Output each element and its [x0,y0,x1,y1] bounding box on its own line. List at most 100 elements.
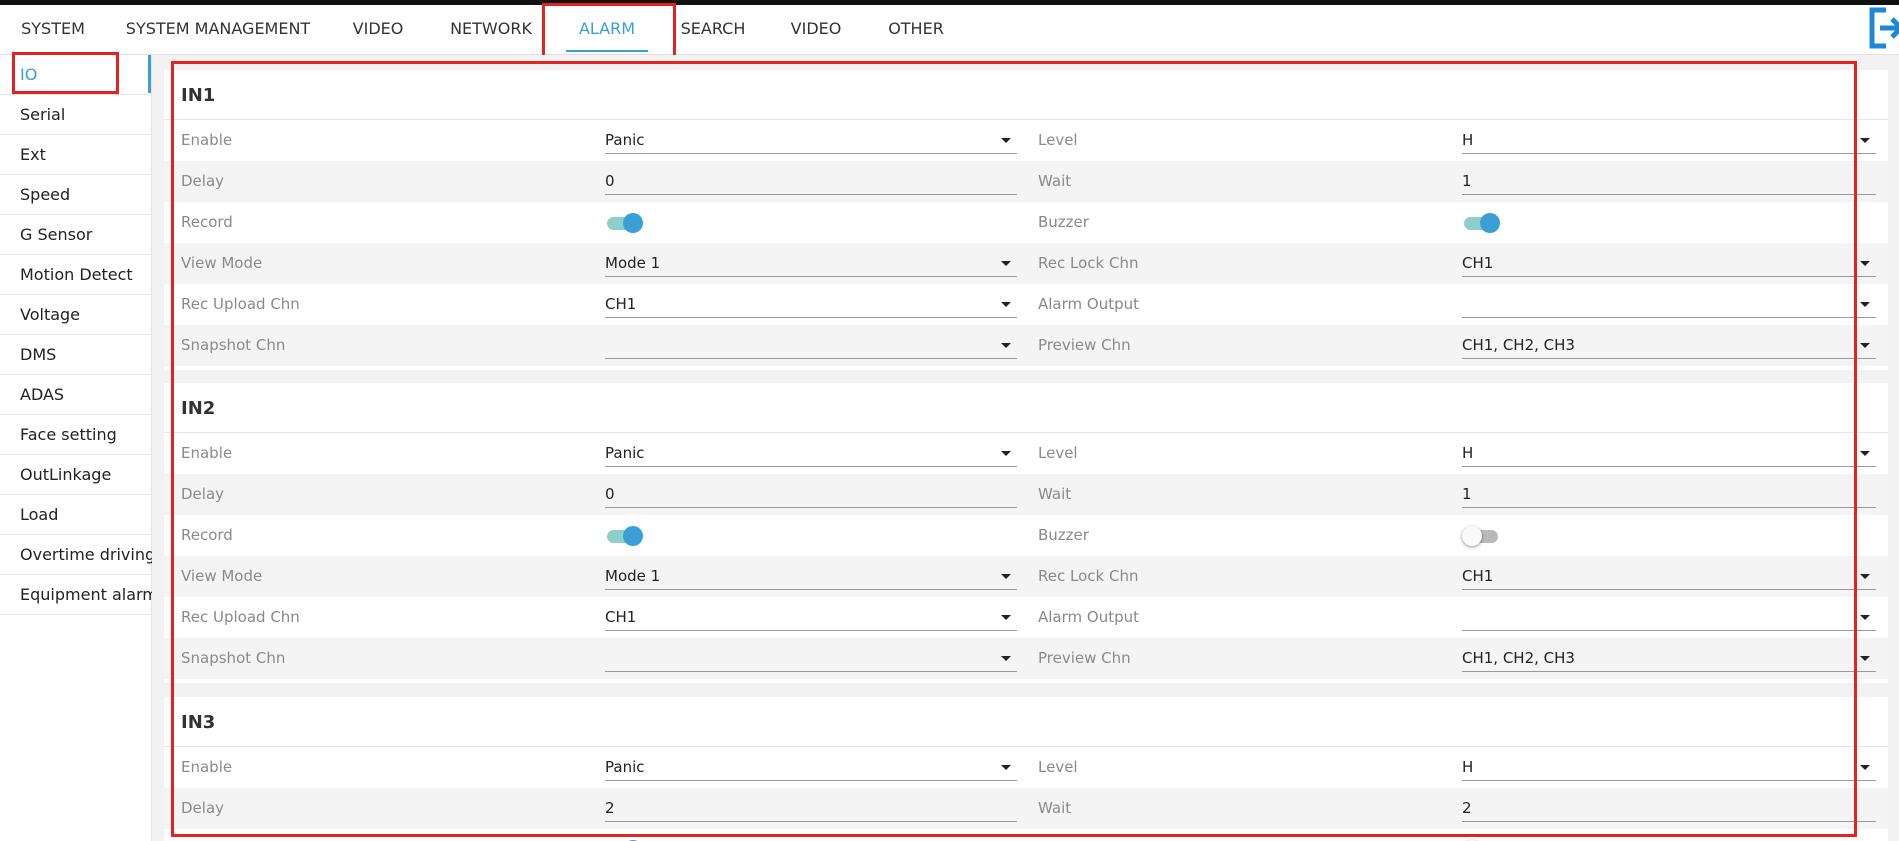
sidebar-item-overtime-driving[interactable]: Overtime driving [0,535,155,575]
chevron-down-icon [1001,302,1011,307]
rec-lock-select[interactable]: CH1 [1462,250,1876,277]
row-record-buzzer [164,829,1888,841]
sidebar-item-load[interactable]: Load [0,495,151,535]
view-mode-value: Mode 1 [605,254,661,272]
preview-select[interactable]: CH1, CH2, CH3 [1462,645,1876,672]
row-snapshot-preview: Snapshot Chn Preview Chn CH1, CH2, CH3 [164,325,1888,366]
wait-input[interactable]: 1 [1462,481,1876,508]
enable-select[interactable]: Panic [605,754,1017,781]
rec-upload-select[interactable]: CH1 [605,604,1017,631]
io-section-in1: IN1 Enable Panic Level H Delay 0 Wait 1 … [164,70,1888,370]
chevron-down-icon [1001,138,1011,143]
tab-system-management[interactable]: SYSTEM MANAGEMENT [120,5,316,55]
chevron-down-icon [1860,574,1870,579]
rec-lock-select[interactable]: CH1 [1462,563,1876,590]
snapshot-select[interactable] [605,645,1017,672]
chevron-down-icon [1001,765,1011,770]
section-title: IN1 [164,70,1888,120]
wait-input[interactable]: 1 [1462,168,1876,195]
sidebar-item-adas[interactable]: ADAS [0,375,151,415]
rec-upload-label: Rec Upload Chn [181,295,300,313]
wait-input[interactable]: 2 [1462,795,1876,822]
sidebar-item-speed[interactable]: Speed [0,175,151,215]
sidebar-item-g-sensor[interactable]: G Sensor [0,215,151,255]
level-select[interactable]: H [1462,440,1876,467]
enable-label: Enable [181,131,233,149]
chevron-down-icon [1860,765,1870,770]
sidebar-item-serial[interactable]: Serial [0,95,151,135]
level-value: H [1462,131,1474,149]
tab-network[interactable]: NETWORK [440,5,542,55]
delay-input[interactable]: 0 [605,168,1017,195]
chevron-down-icon [1860,615,1870,620]
record-toggle[interactable] [605,213,645,233]
delay-value: 2 [605,799,615,817]
alarm-output-label: Alarm Output [1038,295,1140,313]
enable-select[interactable]: Panic [605,440,1017,467]
chevron-down-icon [1860,261,1870,266]
sidebar-item-ext[interactable]: Ext [0,135,151,175]
logout-icon[interactable] [1866,6,1899,50]
record-toggle[interactable] [605,526,645,546]
snapshot-label: Snapshot Chn [181,649,286,667]
main-content: IN1 Enable Panic Level H Delay 0 Wait 1 … [152,55,1899,841]
delay-input[interactable]: 2 [605,795,1017,822]
preview-select[interactable]: CH1, CH2, CH3 [1462,332,1876,359]
row-snapshot-preview: Snapshot Chn Preview Chn CH1, CH2, CH3 [164,638,1888,679]
view-mode-select[interactable]: Mode 1 [605,563,1017,590]
view-mode-select[interactable]: Mode 1 [605,250,1017,277]
tab-other[interactable]: OTHER [872,5,960,55]
chevron-down-icon [1001,615,1011,620]
delay-label: Delay [181,172,225,190]
row-enable-level: Enable Panic Level H [164,747,1888,788]
rec-upload-select[interactable]: CH1 [605,291,1017,318]
view-mode-value: Mode 1 [605,567,661,585]
preview-label: Preview Chn [1038,336,1131,354]
chevron-down-icon [1860,302,1870,307]
rec-upload-value: CH1 [605,295,637,313]
tab-video-2[interactable]: VIDEO [776,5,856,55]
snapshot-select[interactable] [605,332,1017,359]
sidebar-item-io[interactable]: IO [0,55,151,95]
alarm-output-select[interactable] [1462,291,1876,318]
enable-label: Enable [181,444,233,462]
buzzer-toggle[interactable] [1462,213,1502,233]
tab-search[interactable]: SEARCH [666,5,760,55]
sidebar: IO Serial Ext Speed G Sensor Motion Dete… [0,55,158,841]
rec-lock-value: CH1 [1462,567,1494,585]
wait-label: Wait [1038,799,1072,817]
delay-label: Delay [181,799,225,817]
preview-value: CH1, CH2, CH3 [1462,336,1575,354]
sidebar-item-voltage[interactable]: Voltage [0,295,151,335]
enable-select[interactable]: Panic [605,127,1017,154]
chevron-down-icon [1001,451,1011,456]
tab-system[interactable]: SYSTEM [8,5,98,55]
sidebar-item-face-setting[interactable]: Face setting [0,415,151,455]
wait-value: 2 [1462,799,1472,817]
chevron-down-icon [1860,343,1870,348]
delay-input[interactable]: 0 [605,481,1017,508]
level-select[interactable]: H [1462,127,1876,154]
tab-video[interactable]: VIDEO [338,5,418,55]
buzzer-toggle[interactable] [1462,526,1502,546]
row-record-buzzer: Record Buzzer [164,515,1888,556]
sidebar-item-outlinkage[interactable]: OutLinkage [0,455,151,495]
rec-lock-label: Rec Lock Chn [1038,567,1139,585]
enable-value: Panic [605,758,645,776]
preview-label: Preview Chn [1038,649,1131,667]
sidebar-item-dms[interactable]: DMS [0,335,151,375]
row-rec-upload-alarm-output: Rec Upload Chn CH1 Alarm Output [164,597,1888,638]
io-section-in3: IN3 Enable Panic Level H Delay 2 Wait 2 [164,697,1888,841]
chevron-down-icon [1001,574,1011,579]
sidebar-item-motion-detect[interactable]: Motion Detect [0,255,151,295]
sidebar-active-indicator [148,55,151,93]
alarm-output-select[interactable] [1462,604,1876,631]
rec-upload-value: CH1 [605,608,637,626]
top-navigation: SYSTEM SYSTEM MANAGEMENT VIDEO NETWORK A… [0,5,1899,55]
level-value: H [1462,758,1474,776]
sidebar-item-equipment-alarm[interactable]: Equipment alarm [0,575,158,615]
rec-lock-label: Rec Lock Chn [1038,254,1139,272]
level-select[interactable]: H [1462,754,1876,781]
tab-alarm[interactable]: ALARM [556,5,658,55]
buzzer-label: Buzzer [1038,213,1089,231]
